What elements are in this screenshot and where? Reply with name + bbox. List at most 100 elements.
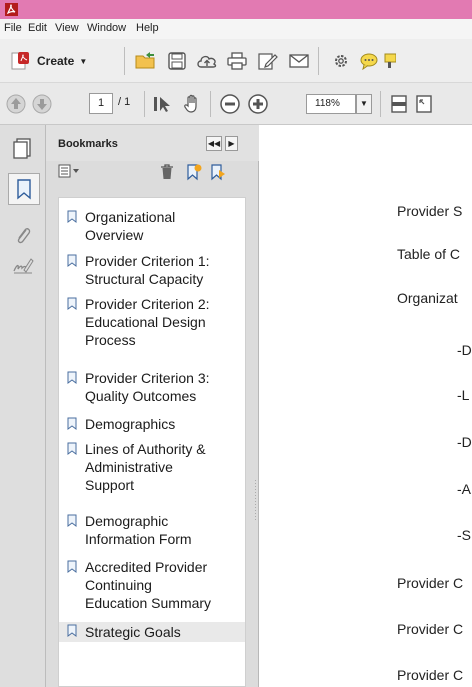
bookmark-icon bbox=[67, 417, 77, 430]
plus-circle-icon bbox=[248, 94, 268, 114]
page-number-input[interactable]: 1 bbox=[89, 93, 113, 114]
expand-panel-button[interactable]: ▶ bbox=[225, 136, 238, 151]
bookmark-organizational-overview[interactable]: Organizational Overview bbox=[59, 208, 245, 244]
bookmark-icon bbox=[67, 624, 77, 637]
bookmark-provider-criterion-3[interactable]: Provider Criterion 3: Quality Outcomes bbox=[59, 369, 245, 405]
bookmark-icon bbox=[67, 297, 77, 310]
bookmark-icon bbox=[67, 442, 77, 455]
new-bookmark-icon bbox=[187, 164, 202, 181]
bookmark-provider-criterion-2[interactable]: Provider Criterion 2: Educational Design… bbox=[59, 295, 245, 349]
bookmark-label-line: Continuing bbox=[85, 577, 152, 593]
menu-file[interactable]: File bbox=[4, 22, 22, 34]
comment-button[interactable] bbox=[356, 48, 382, 74]
gear-icon bbox=[335, 55, 347, 67]
acrobat-app-icon[interactable] bbox=[4, 2, 19, 17]
open-folder-icon bbox=[135, 52, 155, 69]
settings-button[interactable] bbox=[328, 48, 354, 74]
document-text-line: Provider C bbox=[397, 575, 464, 591]
bookmark-icon bbox=[67, 560, 77, 573]
toolbar-divider bbox=[144, 91, 145, 117]
bookmark-label-line: Structural Capacity bbox=[85, 271, 204, 287]
zoom-level-input[interactable]: 118% bbox=[306, 94, 356, 114]
page-thumbnails-button[interactable] bbox=[10, 135, 36, 161]
toolbar-divider bbox=[210, 91, 211, 117]
zoom-in-button[interactable] bbox=[246, 92, 270, 116]
email-icon bbox=[289, 54, 309, 68]
open-folder-button[interactable] bbox=[133, 48, 159, 74]
bookmark-accredited-provider-summary[interactable]: Accredited Provider Continuing Education… bbox=[59, 558, 245, 612]
grip-icon bbox=[255, 480, 256, 520]
bookmark-label-line: Overview bbox=[85, 227, 144, 243]
bookmark-label-line: Organizational bbox=[85, 209, 176, 225]
arrow-up-circle-icon bbox=[6, 94, 26, 114]
save-icon bbox=[168, 52, 186, 70]
bookmark-icon bbox=[67, 210, 77, 223]
fit-page-button[interactable] bbox=[387, 92, 411, 116]
print-button[interactable] bbox=[224, 48, 250, 74]
collapse-panel-button[interactable]: ◀◀ bbox=[206, 136, 222, 151]
comment-icon bbox=[360, 53, 378, 70]
document-text-line: -S bbox=[457, 527, 471, 543]
cloud-upload-button[interactable] bbox=[194, 48, 220, 74]
cloud-upload-icon bbox=[197, 55, 217, 68]
bookmark-lines-of-authority[interactable]: Lines of Authority & Administrative Supp… bbox=[59, 440, 245, 494]
previous-page-button[interactable] bbox=[4, 92, 28, 116]
bookmark-demographic-information-form[interactable]: Demographic Information Form bbox=[59, 512, 245, 548]
bookmark-label-line: Process bbox=[85, 332, 136, 348]
menu-help[interactable]: Help bbox=[136, 22, 159, 34]
email-button[interactable] bbox=[286, 48, 312, 74]
document-text-line: -D bbox=[457, 434, 472, 450]
expand-bookmark-button[interactable] bbox=[209, 163, 227, 181]
menu-bar: File Edit View Window Help bbox=[0, 19, 472, 39]
document-text-line: Provider C bbox=[397, 667, 464, 683]
bookmark-label-line: Provider Criterion 1: bbox=[85, 253, 210, 269]
bookmark-icon bbox=[67, 254, 77, 267]
bookmark-label-line: Support bbox=[85, 477, 135, 493]
bookmark-icon bbox=[67, 371, 77, 384]
full-screen-icon bbox=[416, 95, 432, 113]
bookmarks-panel-title: Bookmarks bbox=[58, 138, 118, 150]
delete-bookmark-button[interactable] bbox=[158, 163, 176, 181]
next-page-button[interactable] bbox=[30, 92, 54, 116]
document-text-line: -A bbox=[457, 481, 471, 497]
navigation-pane-strip bbox=[0, 125, 46, 687]
document-text-line: Table of C bbox=[397, 246, 461, 262]
minus-circle-icon bbox=[220, 94, 240, 114]
document-view[interactable]: Provider S Table of C Organizat -D -L -D… bbox=[259, 125, 472, 687]
bookmark-provider-criterion-1[interactable]: Provider Criterion 1: Structural Capacit… bbox=[59, 252, 245, 288]
bookmark-label-line: Information Form bbox=[85, 531, 192, 547]
highlight-button[interactable] bbox=[382, 48, 396, 74]
fit-page-icon bbox=[391, 95, 407, 113]
bookmarks-panel-header: Bookmarks ◀◀ ▶ bbox=[46, 125, 259, 161]
bookmark-strategic-goals[interactable]: Strategic Goals bbox=[59, 622, 245, 642]
bookmark-label-line: Provider Criterion 2: bbox=[85, 296, 210, 312]
bookmark-options-button[interactable] bbox=[58, 163, 80, 179]
edit-pdf-button[interactable] bbox=[255, 48, 281, 74]
zoom-dropdown-button[interactable]: ▼ bbox=[356, 94, 372, 114]
bookmark-demographics[interactable]: Demographics bbox=[59, 415, 245, 433]
chevron-right-icon: ▶ bbox=[228, 139, 235, 148]
window-titlebar bbox=[0, 0, 472, 19]
menu-view[interactable]: View bbox=[55, 22, 79, 34]
document-text-line: Organizat bbox=[397, 290, 458, 306]
new-bookmark-button[interactable] bbox=[185, 163, 203, 181]
zoom-out-button[interactable] bbox=[218, 92, 242, 116]
print-icon bbox=[227, 52, 247, 70]
attachments-button[interactable] bbox=[10, 223, 36, 249]
menu-edit[interactable]: Edit bbox=[28, 22, 47, 34]
menu-window[interactable]: Window bbox=[87, 22, 126, 34]
hand-tool-button[interactable] bbox=[180, 92, 204, 116]
save-button[interactable] bbox=[164, 48, 190, 74]
document-text-line: -D bbox=[457, 342, 472, 358]
signatures-button[interactable] bbox=[10, 253, 36, 279]
bookmark-label-line: Lines of Authority & bbox=[85, 441, 206, 457]
create-button[interactable]: Create ▼ bbox=[9, 49, 87, 73]
select-tool-button[interactable] bbox=[150, 92, 174, 116]
navigation-toolbar: 1 / 1 118% ▼ bbox=[0, 83, 472, 125]
bookmarks-panel-button[interactable] bbox=[8, 173, 40, 205]
trash-icon bbox=[161, 164, 173, 179]
panel-resize-handle[interactable] bbox=[254, 480, 257, 520]
toolbar-divider bbox=[380, 91, 381, 117]
bookmark-icon bbox=[67, 514, 77, 527]
full-screen-button[interactable] bbox=[414, 92, 434, 116]
